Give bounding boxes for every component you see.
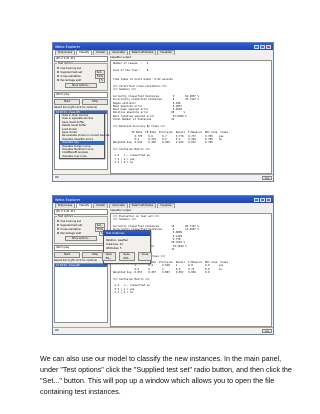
radio-icon[interactable]	[57, 227, 60, 231]
instruction-caption: We can also use our model to classify th…	[40, 354, 292, 396]
more-options-button[interactable]: More options...	[65, 83, 97, 89]
class-attribute-select[interactable]: (Nom) play	[54, 245, 108, 252]
option-percentage-split[interactable]: Percentage split%	[57, 230, 105, 236]
class-attribute-select[interactable]: (Nom) play	[54, 92, 108, 99]
context-menu-item[interactable]: Visualize cost curve	[60, 155, 104, 158]
open-file-button[interactable]: Open file...	[101, 252, 117, 262]
maximize-button[interactable]	[260, 197, 265, 202]
start-button[interactable]: Start	[54, 99, 80, 106]
test-options-group: Test options Use training set Supplied t…	[54, 62, 108, 92]
instances-label: Instances:	[106, 242, 119, 246]
option-label: Percentage split	[60, 78, 82, 82]
attributes-label: Attributes:	[106, 246, 120, 250]
radio-icon[interactable]	[57, 231, 60, 235]
status-text: OK	[55, 329, 59, 332]
minimize-button[interactable]	[254, 44, 259, 49]
stop-button[interactable]: Stop	[82, 99, 108, 106]
attributes-value: 5	[119, 246, 122, 250]
classifier-output-label: Classifier output	[110, 56, 132, 59]
relation-value: weather	[117, 238, 129, 242]
radio-icon[interactable]	[57, 78, 60, 82]
weka-explorer-screenshot-1: Weka Explorer Preprocess Classify Cluste…	[52, 42, 274, 182]
option-label: Percentage split	[60, 231, 82, 235]
open-url-button[interactable]: Open URL...	[119, 252, 135, 262]
right-panel: Classifier output Number of Leaves : 5 S…	[110, 56, 272, 174]
dialog-attributes-row: Attributes: 5	[106, 246, 148, 250]
option-label: Use training set	[60, 66, 81, 70]
minimize-button[interactable]	[254, 197, 259, 202]
relation-label: Relation:	[106, 238, 118, 242]
right-panel: Classifier output === Evaluation on test…	[110, 209, 272, 327]
classifier-output[interactable]: Number of Leaves : 5 Size of the tree : …	[110, 60, 272, 174]
maximize-button[interactable]	[260, 44, 265, 49]
output-line: 3 2 | b = no	[113, 160, 133, 164]
result-list[interactable]: 15:28:04 - trees.J48	[54, 262, 108, 323]
option-label: Cross-validation	[60, 227, 82, 231]
status-bar: OK Log	[53, 174, 273, 181]
close-button[interactable]	[266, 44, 271, 49]
result-list-item[interactable]: 15:28:04 - trees.J48	[55, 263, 107, 268]
option-label: Cross-validation	[60, 74, 82, 78]
dialog-close-button[interactable]: Close	[137, 252, 153, 262]
weka-explorer-screenshot-2: Weka Explorer Preprocess Classify Cluste…	[52, 195, 274, 335]
test-options-group: Test options Use training set Supplied t…	[54, 215, 108, 245]
percent-field[interactable]: %	[98, 77, 105, 83]
status-text: OK	[55, 176, 59, 179]
radio-selected-icon[interactable]	[57, 70, 60, 74]
log-button[interactable]: Log	[261, 329, 272, 333]
classifier-output-label: Classifier output	[110, 209, 132, 212]
window-title: Weka Explorer	[55, 197, 81, 202]
window-titlebar: Weka Explorer	[53, 43, 273, 50]
option-label: Supplied test set	[60, 223, 83, 227]
test-options-label: Test options	[57, 215, 75, 218]
left-panel: J48 -C 0.25 -M 2 Test options Use traini…	[54, 209, 108, 327]
status-bar: OK Log	[53, 327, 273, 334]
close-button[interactable]	[266, 197, 271, 202]
test-options-label: Test options	[57, 62, 75, 65]
log-button[interactable]: Log	[261, 176, 272, 180]
window-titlebar: Weka Explorer	[53, 196, 273, 203]
option-label: Use training set	[60, 219, 81, 223]
result-context-menu: View in main window View in separate wind…	[59, 113, 109, 160]
radio-icon[interactable]	[57, 74, 60, 78]
more-options-button[interactable]: More options...	[65, 236, 97, 242]
radio-selected-icon[interactable]	[57, 223, 60, 227]
window-title: Weka Explorer	[55, 44, 81, 49]
radio-icon[interactable]	[57, 66, 60, 70]
instances-value: 14	[119, 242, 123, 246]
test-instances-dialog: Test Instances Relation: weather Instanc…	[101, 230, 153, 265]
start-button[interactable]: Start	[54, 252, 80, 259]
option-label: Supplied test set	[60, 70, 83, 74]
option-percentage-split[interactable]: Percentage split%	[57, 77, 105, 83]
radio-icon[interactable]	[57, 219, 60, 223]
output-line: 2 3 | b = no	[113, 290, 133, 294]
